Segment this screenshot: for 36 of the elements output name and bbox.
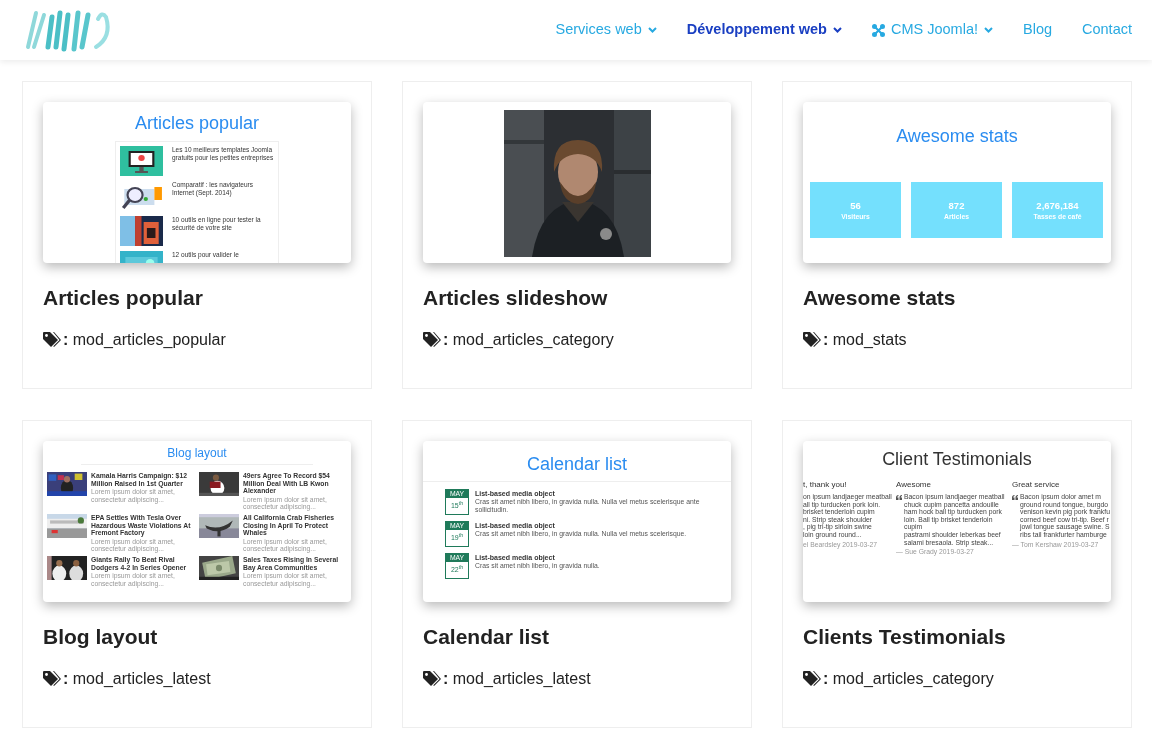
- preview-heading: Awesome stats: [895, 125, 1019, 148]
- tag-icon: [803, 671, 821, 688]
- caret-icon: [984, 27, 993, 33]
- module-name: : mod_articles_latest: [443, 669, 591, 690]
- tag-icon: [423, 671, 441, 688]
- quote-heading: t, thank you!: [803, 479, 848, 490]
- quote-icon: [1012, 495, 1018, 500]
- tag-icon: [43, 332, 61, 349]
- module-name: : mod_articles_category: [823, 669, 994, 690]
- card-title: Articles slideshow: [423, 285, 609, 311]
- module-name: : mod_stats: [823, 330, 907, 351]
- caret-icon: [647, 27, 657, 33]
- stat-value: 2,676,184: [1036, 199, 1079, 212]
- stat-value: 872: [948, 199, 965, 212]
- quote-heading: Great service: [1012, 479, 1061, 490]
- preview-heading: Blog layout: [166, 446, 228, 461]
- nav-link[interactable]: Développement web: [686, 19, 842, 41]
- quote-heading: Awesome: [896, 479, 932, 490]
- module-name: : mod_articles_latest: [63, 669, 211, 690]
- tag-icon: [803, 332, 821, 349]
- preview-heading: Calendar list: [525, 453, 628, 476]
- stat-value: 56: [850, 199, 861, 212]
- tag-icon: [43, 671, 61, 688]
- caret-icon: [832, 27, 842, 33]
- card-title: Clients Testimonials: [803, 624, 1007, 650]
- card-title: Awesome stats: [803, 285, 957, 311]
- preview-heading: Client Testimonials: [881, 448, 1033, 471]
- tag-icon: [423, 332, 441, 349]
- module-name: : mod_articles_category: [443, 330, 614, 351]
- preview-heading: Articles popular: [133, 112, 261, 135]
- module-name: : mod_articles_popular: [63, 330, 226, 351]
- card-title: Calendar list: [423, 624, 551, 650]
- card-title: Blog layout: [43, 624, 159, 650]
- card-title: Articles popular: [43, 285, 204, 311]
- knot-icon: [871, 23, 885, 37]
- quote-icon: [896, 495, 902, 500]
